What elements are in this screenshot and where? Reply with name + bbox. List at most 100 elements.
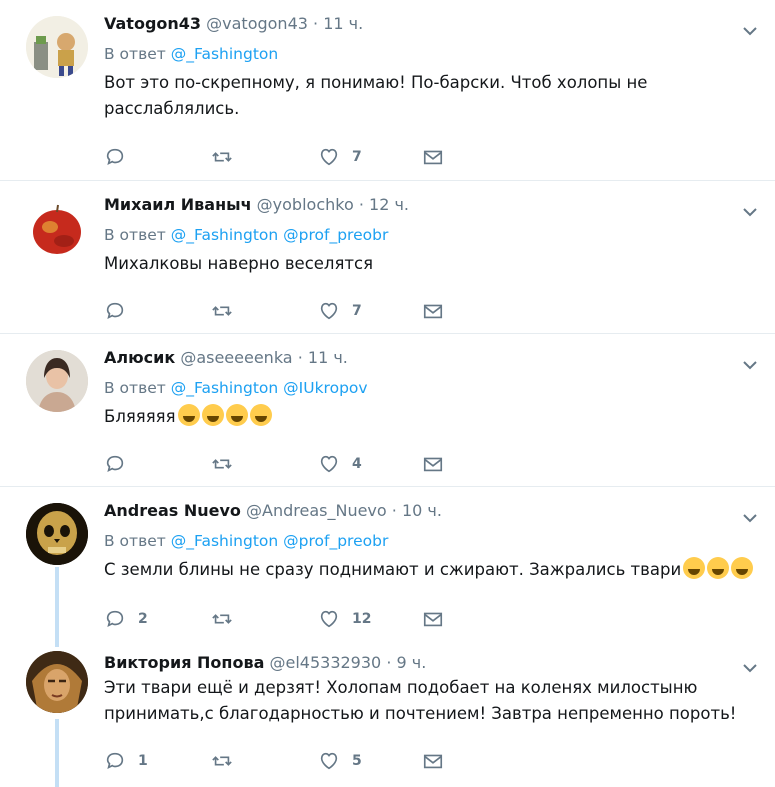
chevron-down-icon[interactable]: [741, 203, 759, 221]
retweet-button[interactable]: [211, 749, 233, 773]
like-button[interactable]: 12: [318, 607, 371, 631]
avatar[interactable]: [26, 503, 88, 565]
face-with-tears-of-joy-emoji: [249, 404, 272, 426]
retweet-icon: [212, 306, 232, 316]
author-username[interactable]: @Andreas_Nuevo: [246, 501, 387, 520]
reply-label: В ответ: [104, 379, 166, 397]
reply-button[interactable]: 1: [104, 749, 148, 773]
grinning-face-emoji: [683, 557, 706, 579]
tweet-text: Эти твари ещё и дерзят! Холопам подобает…: [104, 678, 737, 723]
reply-button[interactable]: 2: [104, 607, 148, 631]
avatar[interactable]: [26, 197, 88, 259]
timestamp[interactable]: 11 ч.: [323, 14, 363, 33]
author-username[interactable]: @aseeeeenka: [180, 348, 292, 367]
mention-link[interactable]: @prof_preobr: [283, 532, 388, 550]
reply-count: 2: [138, 611, 148, 627]
envelope-icon: [423, 754, 443, 769]
mention-link[interactable]: @IUkropov: [283, 379, 367, 397]
avatar[interactable]: [26, 651, 88, 713]
envelope-icon: [423, 150, 443, 165]
grinning-face-emoji: [707, 557, 730, 579]
separator-dot: ·: [297, 348, 303, 367]
face-with-tears-of-joy-emoji: [225, 404, 248, 426]
heart-icon: [320, 302, 338, 320]
retweet-button[interactable]: [211, 299, 233, 323]
tweet[interactable]: Vatogon43 @vatogon43 · 11 ч. В ответ @_F…: [0, 0, 775, 181]
reply-context: В ответ @_Fashington @IUkropov: [104, 378, 755, 398]
direct-message-button[interactable]: [422, 607, 444, 631]
grinning-face-emoji: [731, 557, 754, 579]
tweet-header: Виктория Попова @el45332930 · 9 ч.: [104, 653, 755, 673]
timestamp[interactable]: 10 ч.: [402, 501, 442, 520]
mention-link[interactable]: @_Fashington: [171, 532, 279, 550]
timestamp[interactable]: 9 ч.: [397, 653, 427, 672]
heart-icon: [320, 455, 338, 473]
avatar[interactable]: [26, 350, 88, 412]
author-username[interactable]: @yoblochko: [257, 195, 354, 214]
reply-context: В ответ @_Fashington: [104, 44, 755, 64]
like-count: 4: [352, 456, 362, 472]
thread-line: [55, 567, 59, 637]
reply-label: В ответ: [104, 532, 166, 550]
mention-link[interactable]: @_Fashington: [171, 226, 279, 244]
reply-icon: [106, 455, 124, 472]
tweet[interactable]: Andreas Nuevo @Andreas_Nuevo · 10 ч. В о…: [0, 487, 775, 637]
like-button[interactable]: 5: [318, 749, 362, 773]
tweet-text-container: Бляяяяя: [104, 404, 755, 430]
tweet[interactable]: Алюсик @aseeeeenka · 11 ч. В ответ @_Fas…: [0, 334, 775, 487]
tweet-header: Михаил Иваныч @yoblochko · 12 ч.: [104, 195, 755, 215]
reply-icon: [106, 610, 124, 627]
like-button[interactable]: 7: [318, 299, 362, 323]
author-name[interactable]: Andreas Nuevo: [104, 501, 241, 520]
timestamp[interactable]: 12 ч.: [369, 195, 409, 214]
tweet-actions: 1 5: [104, 749, 464, 773]
author-name[interactable]: Михаил Иваныч: [104, 195, 252, 214]
direct-message-button[interactable]: [422, 452, 444, 476]
timestamp[interactable]: 11 ч.: [308, 348, 348, 367]
mention-link[interactable]: @prof_preobr: [283, 226, 388, 244]
separator-dot: ·: [386, 653, 392, 672]
chevron-down-icon[interactable]: [741, 356, 759, 374]
author-username[interactable]: @vatogon43: [206, 14, 308, 33]
tweet-text: С земли блины не сразу поднимают и сжира…: [104, 560, 682, 579]
mention-link[interactable]: @_Fashington: [171, 379, 279, 397]
tweet-actions: 2 12: [104, 607, 464, 631]
envelope-icon: [423, 612, 443, 627]
like-count: 5: [352, 753, 362, 769]
separator-dot: ·: [391, 501, 397, 520]
reply-icon: [106, 302, 124, 319]
reply-button[interactable]: [104, 299, 138, 323]
chevron-down-icon[interactable]: [741, 659, 759, 677]
direct-message-button[interactable]: [422, 299, 444, 323]
retweet-button[interactable]: [211, 145, 233, 169]
heart-icon: [320, 610, 338, 628]
author-username[interactable]: @el45332930: [269, 653, 381, 672]
chevron-down-icon[interactable]: [741, 22, 759, 40]
envelope-icon: [423, 457, 443, 472]
heart-icon: [320, 752, 338, 770]
direct-message-button[interactable]: [422, 145, 444, 169]
retweet-button[interactable]: [211, 607, 233, 631]
like-button[interactable]: 4: [318, 452, 362, 476]
tweet[interactable]: Виктория Попова @el45332930 · 9 ч. Эти т…: [0, 637, 775, 787]
face-with-tears-of-joy-emoji: [177, 404, 200, 426]
retweet-button[interactable]: [211, 452, 233, 476]
author-name[interactable]: Виктория Попова: [104, 653, 264, 672]
author-name[interactable]: Алюсик: [104, 348, 175, 367]
author-name[interactable]: Vatogon43: [104, 14, 201, 33]
reply-context: В ответ @_Fashington @prof_preobr: [104, 531, 755, 551]
retweet-icon: [212, 756, 232, 766]
direct-message-button[interactable]: [422, 749, 444, 773]
like-button[interactable]: 7: [318, 145, 362, 169]
tweet[interactable]: Михаил Иваныч @yoblochko · 12 ч. В ответ…: [0, 181, 775, 334]
tweet-header: Vatogon43 @vatogon43 · 11 ч.: [104, 14, 755, 34]
tweet-text: Михалковы наверно веселятся: [104, 254, 373, 273]
avatar[interactable]: [26, 16, 88, 78]
reply-button[interactable]: [104, 452, 138, 476]
tweet-text: Бляяяяя: [104, 407, 176, 426]
mention-link[interactable]: @_Fashington: [171, 45, 279, 63]
reply-button[interactable]: [104, 145, 138, 169]
retweet-icon: [212, 614, 232, 624]
chevron-down-icon[interactable]: [741, 509, 759, 527]
retweet-icon: [212, 152, 232, 162]
